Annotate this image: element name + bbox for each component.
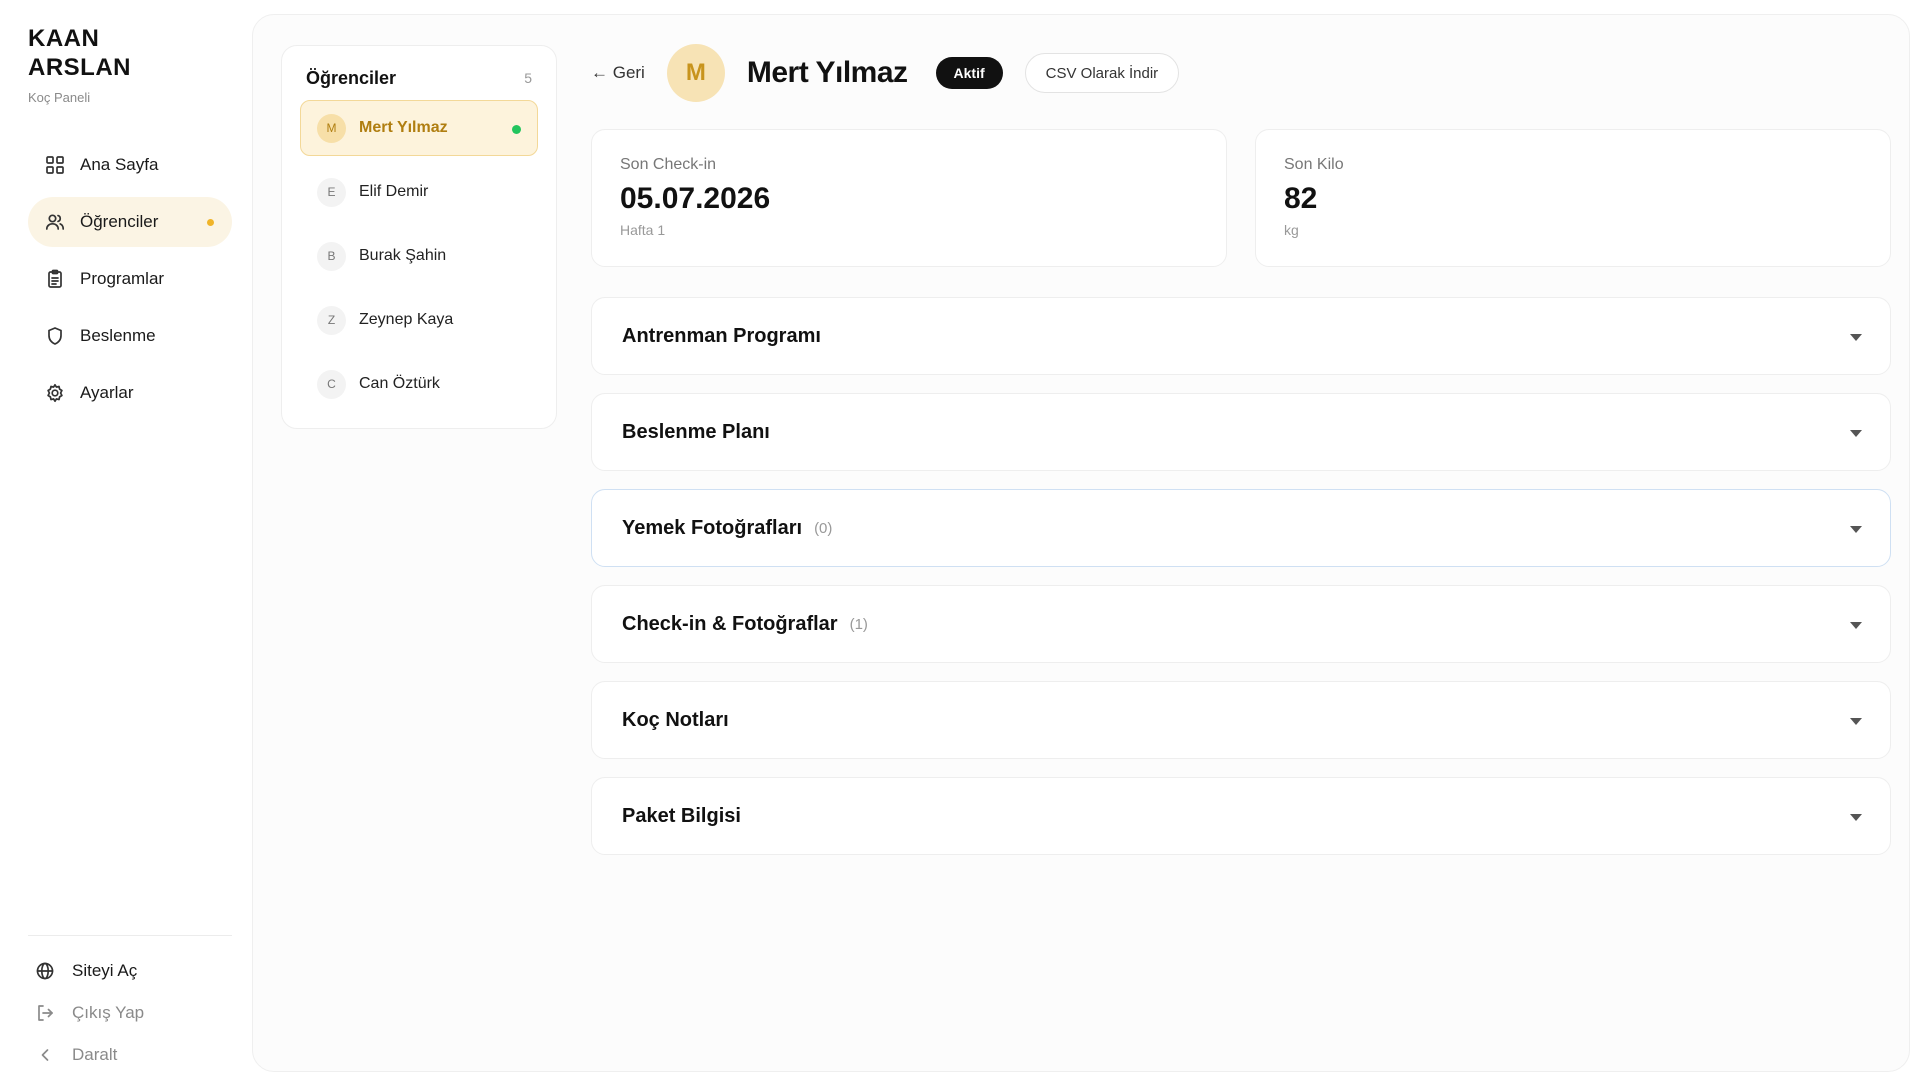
accordion-count: (0) [814,519,833,537]
clipboard-icon [44,268,66,290]
chevron-down-icon [1850,526,1862,533]
sidebar-item-programlar[interactable]: Programlar [28,254,232,304]
student-item[interactable]: C Can Öztürk [300,356,538,412]
main-nav: Ana Sayfa Öğrenciler Programlar Beslenme [28,140,232,425]
grid-icon [44,154,66,176]
collapse-button[interactable]: Daralt [28,1034,232,1076]
student-item[interactable]: M Mert Yılmaz [300,100,538,156]
active-indicator-dot [207,219,214,226]
student-name: Can Öztürk [359,375,440,392]
student-name: Elif Demir [359,183,429,200]
chevron-down-icon [1850,430,1862,437]
main-panel: Öğrenciler 5 M Mert Yılmaz E Elif Demir … [252,14,1910,1072]
online-status-dot [512,125,521,134]
accordion-title: Yemek Fotoğrafları [622,516,803,539]
avatar: Z [317,305,346,335]
logout-label: Çıkış Yap [72,1003,145,1022]
student-list-panel: Öğrenciler 5 M Mert Yılmaz E Elif Demir … [281,45,557,429]
accordion-title: Antrenman Programı [622,324,821,347]
brand-name: KAAN ARSLAN [28,25,131,81]
accordion-title: Koç Notları [622,708,729,731]
chevron-down-icon [1850,814,1862,821]
detail-header: ← Geri M Mert Yılmaz Aktif CSV Olarak İn… [591,43,1180,103]
chevron-down-icon [1850,334,1862,341]
open-site-label: Siteyi Aç [72,961,138,980]
back-button[interactable]: ← Geri [591,63,645,83]
accordion-count: (1) [849,615,868,633]
student-name: Zeynep Kaya [359,311,454,328]
shield-icon [44,325,66,347]
accordion-checkin-photos[interactable]: Check-in & Fotoğraflar (1) [591,585,1891,663]
chevron-left-icon [34,1044,56,1066]
student-name: Burak Şahin [359,247,447,264]
sidebar-item-beslenme[interactable]: Beslenme [28,311,232,361]
student-item[interactable]: E Elif Demir [300,164,538,220]
gear-icon [44,382,66,404]
stat-card-last-weight: Son Kilo 82 kg [1255,129,1891,267]
student-list-title: Öğrenciler [306,67,397,88]
stat-value: 05.07.2026 [620,182,771,215]
avatar: M [317,113,346,143]
logout-button[interactable]: Çıkış Yap [28,992,232,1034]
collapse-label: Daralt [72,1045,118,1064]
sidebar-item-label: Beslenme [80,326,156,345]
accordion-title: Check-in & Fotoğraflar [622,612,838,635]
accordion-title: Beslenme Planı [622,420,770,443]
student-list-header: Öğrenciler 5 [282,46,556,90]
sidebar-item-label: Öğrenciler [80,212,159,231]
sidebar-item-label: Ayarlar [80,383,134,402]
sidebar-item-label: Programlar [80,269,165,288]
sidebar-divider [28,935,232,936]
sidebar-item-label: Ana Sayfa [80,155,159,174]
sidebar-item-ana-sayfa[interactable]: Ana Sayfa [28,140,232,190]
student-name: Mert Yılmaz [359,119,448,136]
accordion-nutrition-plan[interactable]: Beslenme Planı [591,393,1891,471]
brand: KAAN ARSLAN Koç Paneli [28,24,148,105]
avatar: C [317,369,346,399]
csv-download-button[interactable]: CSV Olarak İndir [1024,53,1180,93]
student-count: 5 [524,70,532,86]
stat-value: 82 [1284,182,1318,215]
accordion-coach-notes[interactable]: Koç Notları [591,681,1891,759]
open-site-button[interactable]: Siteyi Aç [28,950,232,992]
student-title: Mert Yılmaz [746,56,908,89]
student-list: M Mert Yılmaz E Elif Demir B Burak Şahin… [282,100,556,412]
accordion-title: Paket Bilgisi [622,804,741,827]
avatar: M [666,44,725,102]
stat-sub: Hafta 1 [620,222,666,238]
sidebar-item-ayarlar[interactable]: Ayarlar [28,368,232,418]
chevron-down-icon [1850,718,1862,725]
avatar: E [317,177,346,207]
student-item[interactable]: Z Zeynep Kaya [300,292,538,348]
chevron-down-icon [1850,622,1862,629]
accordion-package-info[interactable]: Paket Bilgisi [591,777,1891,855]
status-badge: Aktif [935,57,1003,89]
sidebar: KAAN ARSLAN Koç Paneli Ana Sayfa Öğrenci… [0,0,250,1079]
globe-icon [34,960,56,982]
accordion-meal-photos[interactable]: Yemek Fotoğrafları (0) [591,489,1891,567]
brand-subtitle: Koç Paneli [28,90,91,105]
student-item[interactable]: B Burak Şahin [300,228,538,284]
avatar: B [317,241,346,271]
stat-card-last-checkin: Son Check-in 05.07.2026 Hafta 1 [591,129,1227,267]
users-icon [44,211,66,233]
bottom-nav: Siteyi Aç Çıkış Yap Daralt [28,950,232,1076]
stat-sub: kg [1284,222,1299,238]
stat-label: Son Check-in [620,156,717,173]
stat-label: Son Kilo [1284,156,1344,173]
sidebar-item-ogrenciler[interactable]: Öğrenciler [28,197,232,247]
accordion-training-program[interactable]: Antrenman Programı [591,297,1891,375]
logout-icon [34,1002,56,1024]
